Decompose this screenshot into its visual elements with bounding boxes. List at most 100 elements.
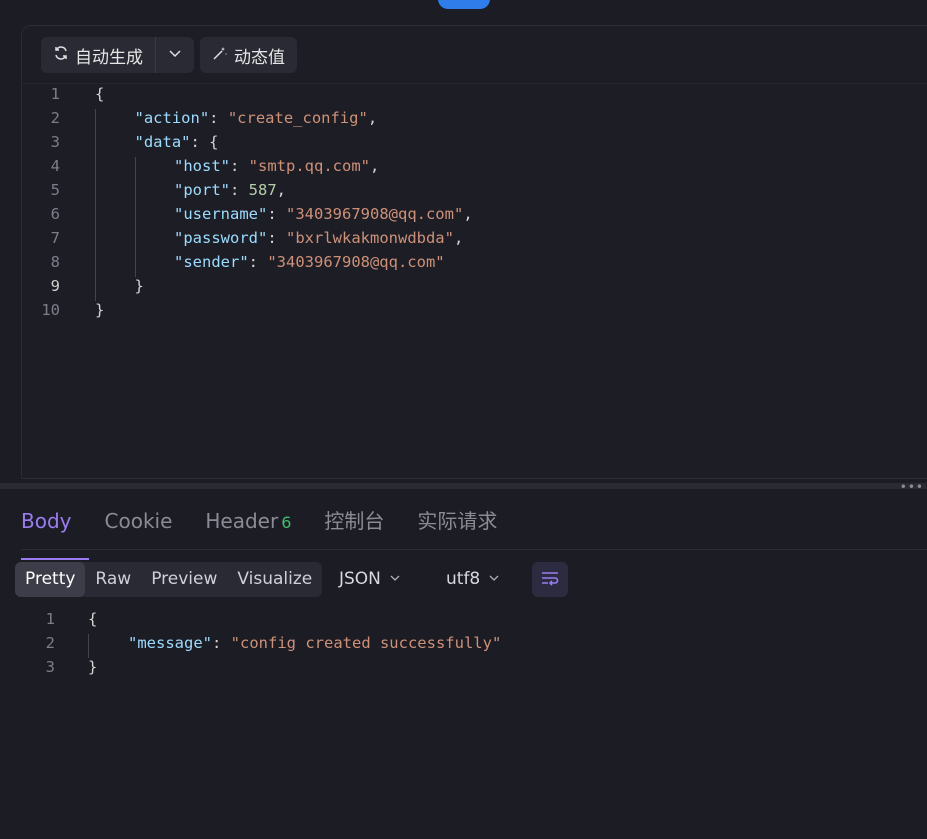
request-toolbar: 自动生成 动态值 — [41, 37, 297, 73]
code-token: : — [248, 253, 268, 271]
toolbar-divider — [22, 83, 927, 84]
line-number: 8 — [50, 253, 60, 271]
auto-generate-dropdown[interactable] — [155, 37, 194, 73]
format-select[interactable]: JSON — [339, 562, 401, 597]
line-number: 6 — [50, 205, 60, 223]
code-line: } — [135, 277, 144, 295]
chevron-down-icon — [488, 562, 500, 597]
line-number: 1 — [50, 85, 60, 103]
refresh-icon — [53, 45, 69, 66]
chevron-down-icon — [389, 562, 401, 597]
tab-4[interactable]: 实际请求 — [417, 502, 514, 550]
auto-generate-group: 自动生成 — [41, 37, 194, 73]
code-line: { — [95, 85, 104, 103]
line-number: 4 — [50, 157, 60, 175]
count-badge: 6 — [281, 513, 292, 532]
tab-header[interactable]: Header 6 — [205, 502, 308, 550]
view-mode-raw[interactable]: Raw — [85, 562, 141, 597]
code-token: 587 — [248, 181, 277, 199]
code-token: "action" — [134, 109, 210, 127]
code-token: "smtp.qq.com" — [248, 157, 370, 175]
tab-3[interactable]: 控制台 — [324, 502, 401, 550]
response-tabs: Body Cookie Header 6 控制台 实际请求 — [21, 502, 530, 560]
line-number: 10 — [41, 301, 60, 319]
line-number: 2 — [45, 634, 55, 652]
tab-body[interactable]: Body — [21, 502, 89, 560]
word-wrap-button[interactable] — [532, 562, 568, 597]
tab-cookie[interactable]: Cookie — [105, 502, 190, 550]
code-token: , — [463, 205, 473, 223]
view-mode-group: Pretty Raw Preview Visualize — [15, 562, 323, 597]
magic-wand-icon — [212, 45, 228, 66]
line-number: 3 — [45, 658, 55, 676]
code-token: "username" — [174, 205, 268, 223]
code-token: } — [88, 658, 98, 676]
tab-label: Cookie — [104, 509, 173, 533]
line-number: 7 — [50, 229, 60, 247]
code-token: { — [95, 85, 105, 103]
dynamic-value-button[interactable]: 动态值 — [200, 37, 297, 73]
code-line: "host": "smtp.qq.com", — [174, 157, 379, 175]
line-number: 9 — [50, 277, 60, 295]
code-token: "3403967908@qq.com" — [286, 205, 464, 223]
indent-guide — [88, 634, 89, 658]
code-token: } — [134, 277, 144, 295]
code-line: { — [88, 610, 97, 628]
response-code-viewer[interactable]: 1 {2 "message": "config created successful… — [15, 610, 915, 690]
code-token: : { — [190, 133, 219, 151]
top-active-pill[interactable] — [438, 0, 490, 9]
indent-guide — [135, 157, 136, 277]
code-token: "create_config" — [227, 109, 368, 127]
code-token: : — [212, 634, 231, 652]
line-number: 1 — [45, 610, 55, 628]
code-token: , — [370, 157, 380, 175]
tab-label: 实际请求 — [417, 509, 498, 533]
tab-label: 控制台 — [324, 509, 385, 533]
code-line: "username": "3403967908@qq.com", — [174, 205, 473, 223]
code-token: } — [95, 301, 105, 319]
code-token: "password" — [174, 229, 268, 247]
wrap-lines-icon — [540, 570, 560, 590]
code-token: : — [209, 109, 228, 127]
code-token: "sender" — [174, 253, 249, 271]
encoding-value: utf8 — [446, 569, 481, 589]
code-token: , — [453, 229, 464, 247]
code-line: "message": "config created successfully" — [128, 634, 501, 652]
indent-guide — [95, 109, 96, 301]
code-token: : — [267, 205, 286, 223]
code-line: "action": "create_config", — [135, 109, 378, 127]
code-line: } — [95, 301, 104, 319]
code-token: "port" — [174, 181, 230, 199]
line-number: 3 — [50, 133, 60, 151]
panel-splitter[interactable] — [0, 483, 927, 489]
auto-generate-button[interactable]: 自动生成 — [41, 37, 155, 73]
view-mode-preview[interactable]: Preview — [141, 562, 227, 597]
chevron-down-icon — [168, 45, 182, 65]
code-token: "message" — [128, 634, 212, 652]
code-token: "3403967908@qq.com" — [267, 253, 445, 271]
splitter-handle-icon[interactable]: ••• — [900, 480, 924, 494]
code-token: , — [367, 109, 378, 127]
code-token: , — [276, 181, 287, 199]
code-token: "host" — [174, 157, 230, 175]
encoding-select[interactable]: utf8 — [446, 562, 500, 597]
format-value: JSON — [339, 569, 381, 589]
tabs-divider — [21, 549, 927, 550]
code-line: "password": "bxrlwkakmonwdbda", — [174, 229, 463, 247]
code-token: "config created successfully" — [230, 634, 502, 652]
code-line: "data": { — [135, 133, 219, 151]
dynamic-value-label: 动态值 — [234, 47, 285, 68]
auto-generate-label: 自动生成 — [75, 47, 143, 68]
tab-label: Header — [205, 509, 279, 533]
line-number: 5 — [50, 181, 60, 199]
code-token: "bxrlwkakmonwdbda" — [286, 229, 454, 247]
code-line: "sender": "3403967908@qq.com" — [174, 253, 445, 271]
tab-label: Body — [21, 509, 72, 533]
line-number: 2 — [50, 109, 60, 127]
view-mode-pretty[interactable]: Pretty — [15, 562, 86, 597]
request-code-editor[interactable]: 1 {2 "action": "create_config", 3 "data": { 4… — [20, 85, 920, 335]
code-token: : — [230, 181, 249, 199]
view-mode-visualize[interactable]: Visualize — [227, 562, 322, 597]
code-token: { — [88, 610, 98, 628]
code-token: : — [230, 157, 249, 175]
